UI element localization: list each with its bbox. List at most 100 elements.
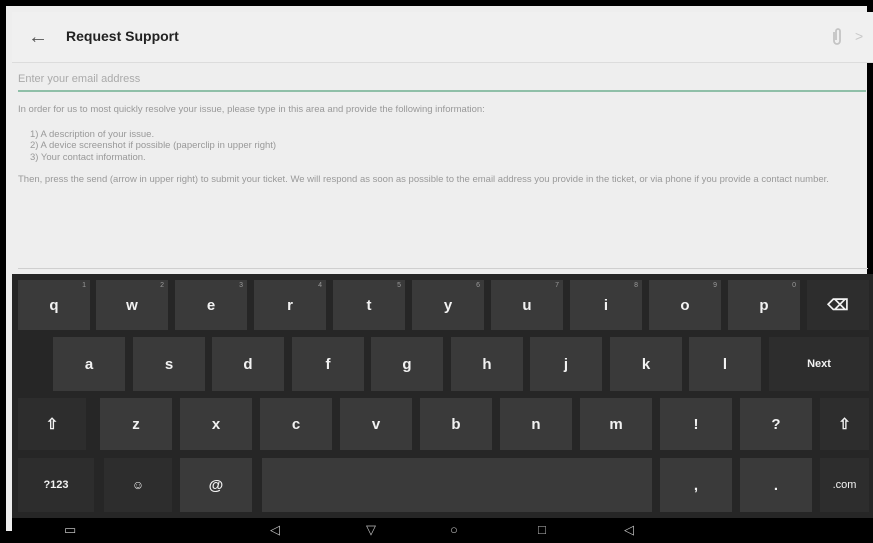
- recents-icon[interactable]: □: [538, 523, 546, 537]
- instructions-intro: In order for us to most quickly resolve …: [18, 104, 485, 115]
- key-hint: 2: [160, 282, 164, 289]
- comma-key[interactable]: ,: [660, 458, 732, 512]
- key-hint: 0: [792, 282, 796, 289]
- send-arrow-icon[interactable]: >: [855, 28, 869, 46]
- key-label: !: [693, 415, 699, 433]
- key-label: l: [722, 355, 728, 373]
- key-r[interactable]: r 4: [254, 280, 326, 330]
- key-x[interactable]: x: [180, 398, 252, 450]
- key-s[interactable]: s: [133, 337, 205, 391]
- backspace-icon: ⌫: [827, 297, 849, 314]
- home-icon[interactable]: ○: [450, 523, 458, 537]
- key-label: y: [443, 296, 453, 314]
- key-w[interactable]: w 2: [96, 280, 168, 330]
- shift-icon: ⇧: [838, 416, 851, 433]
- key-q[interactable]: q 1: [18, 280, 90, 330]
- support-screen: ← Request Support > In order for us to m…: [0, 0, 873, 543]
- key-hint: 4: [318, 282, 322, 289]
- message-area[interactable]: In order for us to most quickly resolve …: [18, 104, 868, 264]
- key-hint: 3: [239, 282, 243, 289]
- key-label: ,: [693, 476, 699, 494]
- message-underline: [18, 268, 868, 269]
- key-hint: 5: [397, 282, 401, 289]
- key-hint: 6: [476, 282, 480, 289]
- emoji-key[interactable]: ☺: [104, 458, 172, 512]
- key-label: f: [325, 355, 331, 373]
- period-key[interactable]: .: [740, 458, 812, 512]
- backspace-key[interactable]: ⌫: [807, 280, 869, 330]
- key-e[interactable]: e 3: [175, 280, 247, 330]
- key-d[interactable]: d: [212, 337, 284, 391]
- key-label: z: [132, 415, 140, 433]
- next-button[interactable]: Next: [769, 337, 869, 391]
- paperclip-icon[interactable]: [830, 26, 844, 48]
- key-hint: 8: [634, 282, 638, 289]
- key-k[interactable]: k: [610, 337, 682, 391]
- app-bar: ← Request Support >: [12, 12, 873, 63]
- shift-left-key[interactable]: ⇧: [18, 398, 86, 450]
- key-y[interactable]: y 6: [412, 280, 484, 330]
- space-bar[interactable]: [262, 458, 652, 512]
- shift-right-key[interactable]: ⇧: [820, 398, 869, 450]
- instructions-outro: Then, press the send (arrow in upper rig…: [18, 174, 829, 185]
- key-label: x: [211, 415, 221, 433]
- email-field[interactable]: [18, 68, 866, 92]
- key-c[interactable]: c: [260, 398, 332, 450]
- screenshot-icon[interactable]: ▭: [64, 523, 76, 537]
- key-m[interactable]: m: [580, 398, 652, 450]
- key-hint: 9: [713, 282, 717, 289]
- key-l[interactable]: l: [689, 337, 761, 391]
- instruction-item: 3) Your contact information.: [30, 151, 146, 163]
- key-i[interactable]: i 8: [570, 280, 642, 330]
- key-v[interactable]: v: [340, 398, 412, 450]
- key-label: q: [49, 296, 59, 314]
- key-question[interactable]: ?: [740, 398, 812, 450]
- key-label: j: [563, 355, 569, 373]
- key-p[interactable]: p 0: [728, 280, 800, 330]
- key-label: h: [482, 355, 492, 373]
- key-z[interactable]: z: [100, 398, 172, 450]
- key-hint: 7: [555, 282, 559, 289]
- at-key[interactable]: @: [180, 458, 252, 512]
- key-label: ?: [771, 415, 781, 433]
- shift-icon: ⇧: [45, 416, 59, 433]
- key-g[interactable]: g: [371, 337, 443, 391]
- key-a[interactable]: a: [53, 337, 125, 391]
- key-label: m: [609, 415, 623, 433]
- key-label: @: [208, 476, 224, 494]
- key-label: r: [287, 296, 293, 314]
- key-exclamation[interactable]: !: [660, 398, 732, 450]
- symbols-label: ?123: [43, 479, 69, 491]
- volume-down-icon[interactable]: ◁: [270, 523, 280, 537]
- key-label: s: [164, 355, 174, 373]
- key-label: i: [603, 296, 609, 314]
- key-f[interactable]: f: [292, 337, 364, 391]
- key-label: b: [451, 415, 461, 433]
- key-label: w: [126, 296, 138, 314]
- key-b[interactable]: b: [420, 398, 492, 450]
- key-label: k: [641, 355, 651, 373]
- key-label: .com: [832, 479, 857, 491]
- volume-up-icon[interactable]: ◁: [624, 523, 634, 537]
- key-h[interactable]: h: [451, 337, 523, 391]
- key-j[interactable]: j: [530, 337, 602, 391]
- symbols-key[interactable]: ?123: [18, 458, 94, 512]
- key-label: v: [371, 415, 381, 433]
- key-n[interactable]: n: [500, 398, 572, 450]
- key-u[interactable]: u 7: [491, 280, 563, 330]
- instruction-item: 2) A device screenshot if possible (pape…: [30, 140, 277, 151]
- page-title: Request Support: [66, 28, 179, 44]
- instruction-item: 1) A description of your issue.: [30, 128, 155, 140]
- key-label: u: [522, 296, 532, 314]
- key-label: .: [773, 476, 779, 494]
- key-o[interactable]: o 9: [649, 280, 721, 330]
- back-arrow-icon[interactable]: ←: [26, 25, 50, 49]
- system-nav-bar: ▭ ◁ ▽ ○ □ ◁: [12, 518, 873, 543]
- back-icon[interactable]: ▽: [366, 523, 376, 537]
- key-label: n: [531, 415, 541, 433]
- key-label: c: [291, 415, 301, 433]
- key-t[interactable]: t 5: [333, 280, 405, 330]
- key-label: t: [366, 296, 372, 314]
- soft-keyboard: q 1 w 2 e 3 r 4 t 5 y 6 u 7 i 8 o 9 p 0 …: [12, 274, 873, 518]
- dotcom-key[interactable]: .com: [820, 458, 869, 512]
